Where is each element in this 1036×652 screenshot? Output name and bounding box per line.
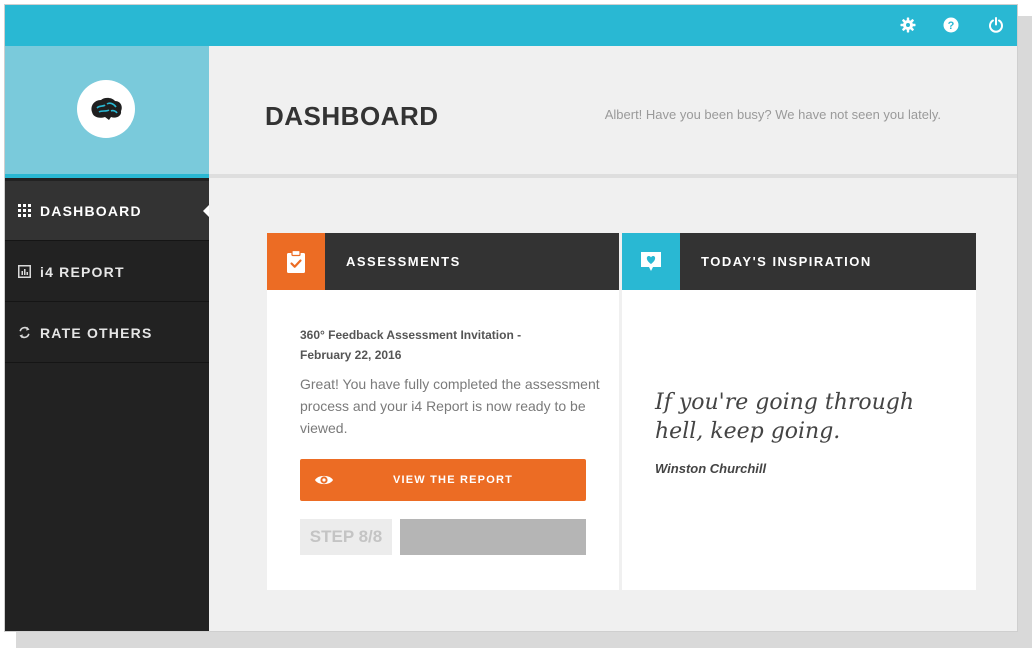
step-indicator: STEP 8/8	[300, 519, 392, 555]
grid-icon	[17, 204, 31, 218]
greeting-message: Albert! Have you been busy? We have not …	[604, 107, 941, 122]
sidebar-item-label: DASHBOARD	[40, 202, 142, 219]
sidebar-item-label: RATE OTHERS	[40, 324, 153, 341]
assessments-card: ASSESSMENTS 360° Feedback Assessment Inv…	[267, 233, 619, 590]
sidebar-item-label: i4 REPORT	[40, 263, 125, 280]
sidebar-item-i4-report[interactable]: i4 REPORT	[5, 242, 209, 302]
power-icon[interactable]	[987, 16, 1005, 34]
refresh-icon	[17, 326, 31, 340]
inspiration-card-header: TODAY'S INSPIRATION	[622, 233, 976, 290]
gear-icon[interactable]	[899, 16, 917, 34]
sidebar-logo-area	[5, 46, 209, 174]
report-icon	[17, 265, 31, 279]
sidebar: DASHBOARD i4 REPORT RATE OTHERS	[5, 178, 209, 631]
assessments-card-title: ASSESSMENTS	[346, 254, 461, 269]
top-bar: ?	[5, 5, 1017, 46]
quote-author: Winston Churchill	[655, 461, 767, 476]
brain-logo[interactable]	[77, 80, 135, 138]
sidebar-item-rate-others[interactable]: RATE OTHERS	[5, 303, 209, 363]
inspiration-card-title: TODAY'S INSPIRATION	[701, 254, 872, 269]
heart-chat-icon	[622, 233, 680, 290]
assessment-item-title: 360° Feedback Assessment Invitation - Fe…	[300, 328, 522, 362]
assessments-card-header: ASSESSMENTS	[267, 233, 619, 290]
sidebar-item-dashboard[interactable]: DASHBOARD	[5, 181, 209, 241]
help-icon[interactable]: ?	[942, 16, 960, 34]
view-report-button-label: VIEW THE REPORT	[392, 474, 514, 486]
header-divider	[209, 174, 1017, 178]
progress-bar	[400, 519, 586, 555]
active-indicator	[203, 205, 209, 217]
assessment-status-text: Great! You have fully completed the asse…	[300, 376, 600, 436]
page-header: DASHBOARD Albert! Have you been busy? We…	[209, 46, 1017, 174]
view-report-button[interactable]: VIEW THE REPORT	[300, 459, 586, 501]
inspiration-card: TODAY'S INSPIRATION If you're going thro…	[622, 233, 976, 590]
clipboard-check-icon	[267, 233, 325, 290]
svg-text:?: ?	[948, 20, 955, 32]
app-window: ? DASHBOARD i4 REPORT RATE OTHERS DASHBO…	[4, 4, 1018, 632]
progress-bar-fill	[400, 519, 586, 555]
page-title: DASHBOARD	[265, 101, 439, 131]
quote-text: If you're going through hell, keep going…	[655, 390, 915, 444]
